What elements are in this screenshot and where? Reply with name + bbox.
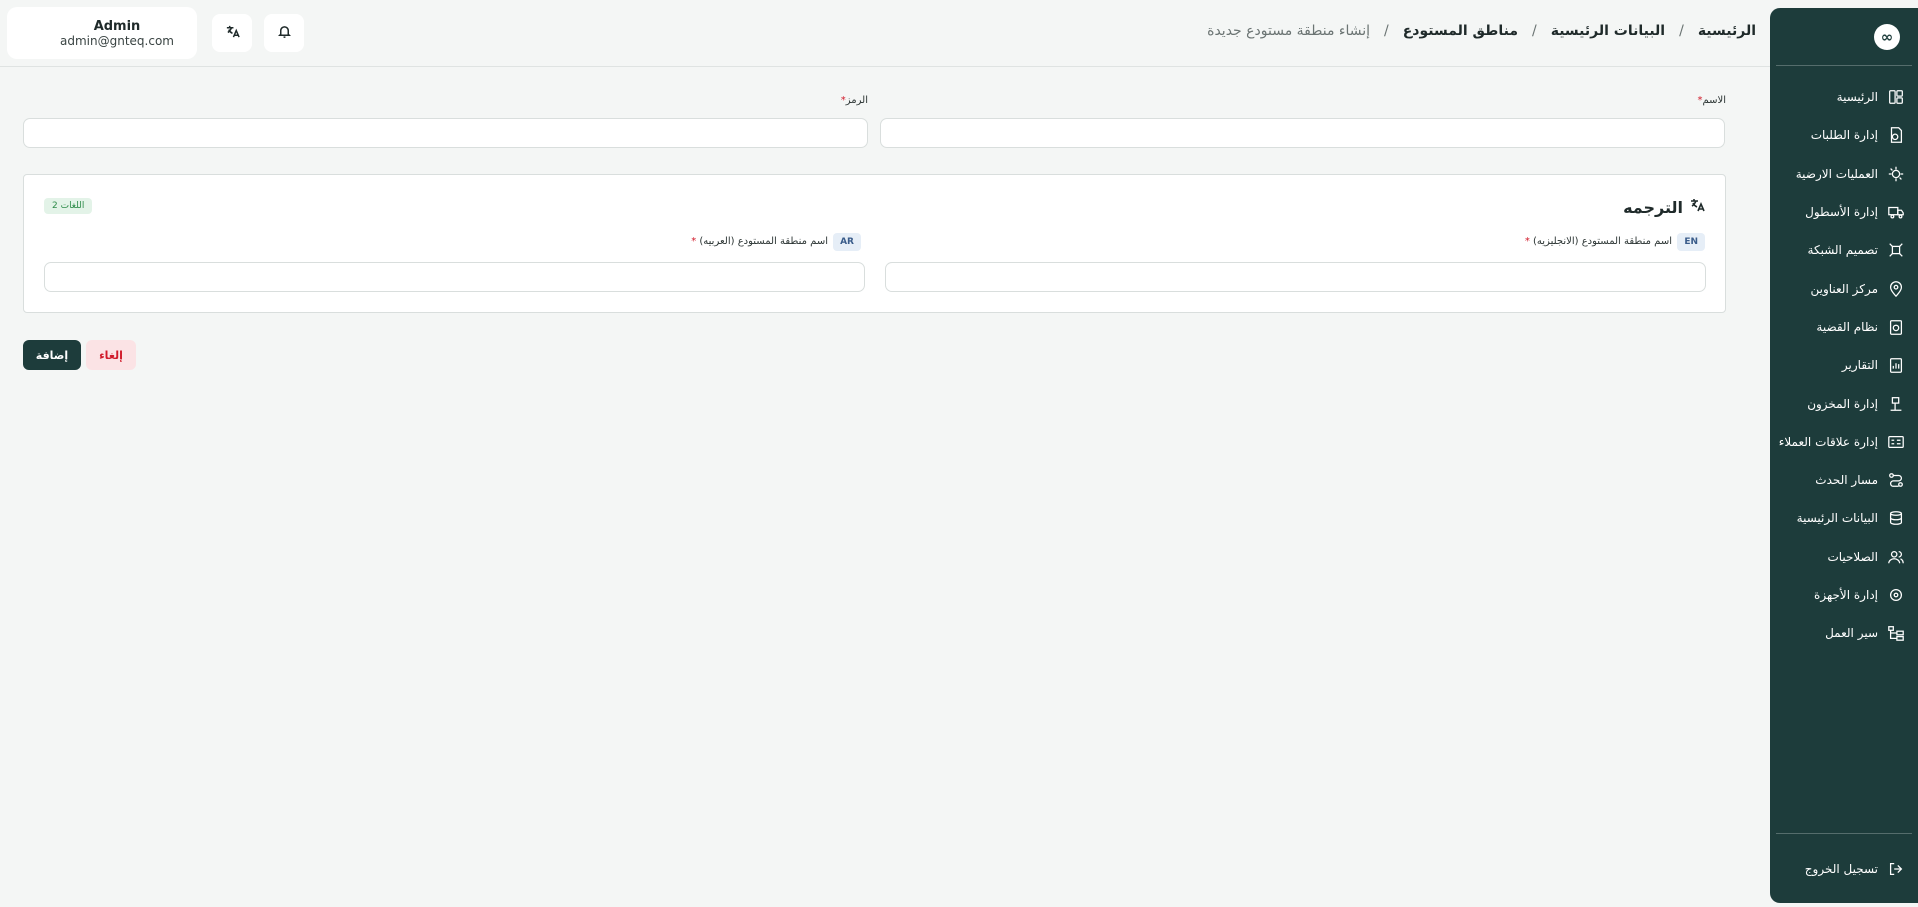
- sidebar-item-crm[interactable]: إدارة علاقات العملاء: [1770, 423, 1918, 461]
- crm-icon: [1886, 432, 1906, 452]
- name-input[interactable]: [880, 118, 1725, 148]
- user-menu[interactable]: Admin admin@gnteq.com: [7, 7, 197, 59]
- arabic-name-input[interactable]: [44, 262, 865, 292]
- sidebar-logo: ∞: [1776, 8, 1912, 66]
- translate-icon: [1689, 197, 1705, 217]
- sidebar-item-label: سير العمل: [1825, 626, 1878, 641]
- dashboard-icon: [1886, 87, 1906, 107]
- sidebar-item-label: التقارير: [1841, 358, 1878, 373]
- sidebar-item-label: البيانات الرئيسية: [1796, 511, 1878, 526]
- sidebar-item-workflow[interactable]: سير العمل: [1770, 614, 1918, 652]
- sidebar-nav: الرئيسية إدارة الطلبات العمليات الارضية …: [1770, 78, 1918, 652]
- sidebar-item-inventory[interactable]: إدارة المخزون: [1770, 384, 1918, 422]
- breadcrumb-home[interactable]: الرئيسية: [1698, 23, 1756, 39]
- sidebar-item-ground-operations[interactable]: العمليات الارضية: [1770, 155, 1918, 193]
- sidebar-item-label: نظام القضية: [1816, 319, 1878, 334]
- breadcrumb-separator: /: [1679, 23, 1684, 39]
- sidebar-item-orders[interactable]: إدارة الطلبات: [1770, 116, 1918, 154]
- logout-button[interactable]: تسجيل الخروج: [1776, 833, 1912, 903]
- translate-icon: [225, 24, 240, 43]
- sidebar-item-label: إدارة الطلبات: [1810, 128, 1878, 143]
- add-button[interactable]: إضافة: [23, 340, 81, 370]
- breadcrumb-current: إنشاء منطقة مستودع جديدة: [1207, 23, 1371, 39]
- ground-operations-icon: [1886, 164, 1906, 184]
- location-pin-icon: [1886, 279, 1906, 299]
- sidebar-item-reports[interactable]: التقارير: [1770, 346, 1918, 384]
- sidebar-item-permissions[interactable]: الصلاحيات: [1770, 538, 1918, 576]
- case-file-icon: [1886, 317, 1906, 337]
- top-bar: الرئيسية / البيانات الرئيسية / مناطق الم…: [0, 0, 1770, 67]
- workflow-icon: [1886, 623, 1906, 643]
- sidebar-item-label: تصميم الشبكة: [1807, 243, 1878, 258]
- sidebar-item-label: الصلاحيات: [1827, 549, 1878, 564]
- name-label: *الاسم: [1697, 95, 1726, 106]
- sidebar-item-label: مركز العناوين: [1810, 281, 1878, 296]
- sidebar: ∞ الرئيسية إدارة الطلبات العمليات الارضي…: [1770, 8, 1918, 903]
- database-icon: [1886, 508, 1906, 528]
- translation-card: الترجمه 2 اللغات EN * اسم منطقة المستودع…: [23, 174, 1726, 313]
- sidebar-item-label: الرئيسية: [1836, 90, 1878, 105]
- cancel-button[interactable]: إلغاء: [86, 340, 136, 370]
- code-label: *الرمز: [840, 95, 868, 106]
- user-email: admin@gnteq.com: [60, 33, 174, 48]
- sidebar-item-event-route[interactable]: مسار الحدث: [1770, 461, 1918, 499]
- network-icon: [1886, 240, 1906, 260]
- breadcrumb-master-data[interactable]: البيانات الرئيسية: [1551, 23, 1665, 39]
- sidebar-item-network[interactable]: تصميم الشبكة: [1770, 231, 1918, 269]
- logout-icon: [1886, 859, 1906, 879]
- inventory-icon: [1886, 394, 1906, 414]
- event-route-icon: [1886, 470, 1906, 490]
- arabic-tag: AR: [833, 233, 861, 251]
- sidebar-item-master-data[interactable]: البيانات الرئيسية: [1770, 499, 1918, 537]
- sidebar-item-label: العمليات الارضية: [1795, 166, 1878, 181]
- user-name: Admin: [93, 18, 141, 34]
- sidebar-item-addresses[interactable]: مركز العناوين: [1770, 269, 1918, 307]
- notifications-button[interactable]: [264, 14, 304, 52]
- english-name-label: * اسم منطقة المستودع (الانجليزيه): [1524, 236, 1672, 247]
- sidebar-item-label: إدارة المخزون: [1807, 396, 1878, 411]
- sidebar-item-cases[interactable]: نظام القضية: [1770, 308, 1918, 346]
- breadcrumb-separator: /: [1531, 23, 1537, 39]
- sidebar-item-home[interactable]: الرئيسية: [1770, 78, 1918, 116]
- logout-label: تسجيل الخروج: [1804, 861, 1878, 876]
- bell-icon: [277, 24, 292, 43]
- breadcrumb-warehouse-zones[interactable]: مناطق المستودع: [1403, 23, 1518, 39]
- sidebar-item-devices[interactable]: إدارة الأجهزة: [1770, 576, 1918, 614]
- sidebar-item-label: إدارة علاقات العملاء: [1778, 434, 1878, 449]
- arabic-name-label: * اسم منطقة المستودع (العربيه): [691, 236, 828, 247]
- english-name-input[interactable]: [885, 262, 1706, 292]
- orders-icon: [1886, 125, 1906, 145]
- breadcrumb-separator: /: [1384, 23, 1389, 39]
- fleet-truck-icon: [1886, 202, 1906, 222]
- sidebar-item-fleet[interactable]: إدارة الأسطول: [1770, 193, 1918, 231]
- sidebar-item-label: إدارة الأجهزة: [1814, 588, 1878, 602]
- code-input[interactable]: [23, 118, 868, 148]
- users-icon: [1886, 547, 1906, 567]
- breadcrumb: الرئيسية / البيانات الرئيسية / مناطق الم…: [1207, 23, 1756, 39]
- sidebar-item-label: إدارة الأسطول: [1805, 205, 1878, 220]
- logo-icon: ∞: [1874, 23, 1900, 50]
- translation-title: الترجمه: [1623, 197, 1705, 217]
- language-button[interactable]: [212, 14, 252, 52]
- languages-count-badge: 2 اللغات: [44, 198, 93, 214]
- reports-icon: [1886, 355, 1906, 375]
- device-gear-icon: [1886, 585, 1906, 605]
- sidebar-item-label: مسار الحدث: [1815, 473, 1878, 488]
- english-tag: EN: [1677, 233, 1705, 251]
